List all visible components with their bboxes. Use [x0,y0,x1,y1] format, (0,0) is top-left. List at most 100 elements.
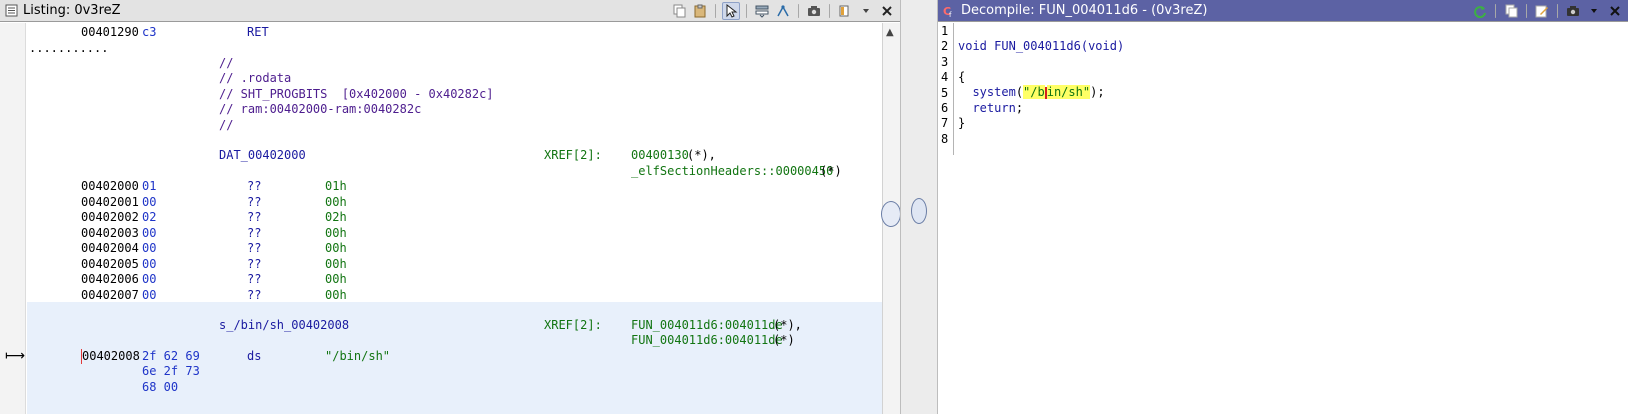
operand-value[interactable]: 00h [325,241,347,256]
section-comment[interactable]: // SHT_PROGBITS [0x402000 - 0x40282c] [219,87,494,102]
mnemonic[interactable]: ?? [247,257,261,272]
line-number-column: 12 34 567 8 [938,23,954,155]
section-comment[interactable]: // .rodata [219,71,291,86]
operand-value[interactable]: 00h [325,226,347,241]
mnemonic[interactable]: ?? [247,179,261,194]
byte-value[interactable]: 2f 62 69 [142,349,200,364]
toolbar-separator [1526,4,1527,18]
byte-value[interactable]: 02 [142,210,156,225]
mnemonic[interactable]: ds [247,349,261,364]
mnemonic[interactable]: RET [247,25,269,40]
address[interactable]: 00401290 [81,25,139,40]
section-comment[interactable]: // ram:00402000-ram:0040282c [219,102,421,117]
operand-value[interactable]: 00h [325,257,347,272]
call-name[interactable]: system [972,85,1015,99]
diff-view-icon[interactable] [774,2,792,20]
current-location-arrow-icon: ⟼ [5,348,26,364]
listing-scrollbar[interactable]: ▲ [881,23,900,414]
operand-value[interactable]: 02h [325,210,347,225]
field-layout-icon[interactable] [753,2,771,20]
copy-icon[interactable] [1502,2,1520,20]
scroll-thumb[interactable] [881,201,900,227]
cursor-select-icon[interactable] [722,2,740,20]
paste-icon[interactable] [691,2,709,20]
chevron-down-icon[interactable] [857,2,875,20]
xref-link[interactable]: 00400130 [631,148,689,163]
xref-tag: XREF[2]: [544,148,602,162]
address[interactable]: 00402004 [81,241,139,256]
function-signature[interactable]: void FUN_004011d6(void) [958,39,1124,54]
system-call-line[interactable]: system("/b in/sh"); [958,85,1105,100]
edit-signature-icon[interactable] [1533,2,1551,20]
data-label[interactable]: DAT_00402000 [219,148,306,163]
mnemonic[interactable]: ?? [247,288,261,303]
operand-value[interactable]: 01h [325,179,347,194]
address[interactable]: 00402006 [81,272,139,287]
return-line[interactable]: return; [958,101,1023,116]
byte-value[interactable]: 00 [142,195,156,210]
function-separator: ........... [29,41,109,55]
address[interactable]: 00402000 [81,179,139,194]
toolbar-separator [746,4,747,18]
section-comment[interactable]: // [219,118,233,133]
address[interactable]: 00402003 [81,226,139,241]
string-literal-part[interactable]: in/sh" [1046,85,1091,99]
byte-value[interactable]: c3 [142,25,156,40]
xref-tag: XREF[2]: [544,318,602,332]
line-number: 1 [941,24,949,38]
xref-suffix: (*), [773,318,802,332]
byte-value[interactable]: 00 [142,241,156,256]
window-menu-icon[interactable] [836,2,854,20]
mnemonic[interactable]: ?? [247,195,261,210]
string-value[interactable]: "/bin/sh" [325,349,390,364]
section-comment[interactable]: // [219,56,233,71]
copy-icon[interactable] [670,2,688,20]
xref-link[interactable]: _elfSectionHeaders::00000450 [631,164,833,179]
panel-splitter[interactable] [900,0,938,414]
call-open: ( [1015,85,1024,99]
xref-link[interactable]: FUN_004011d6:004011de [631,333,783,348]
address[interactable]: 00402005 [81,257,139,272]
line-number: 7 [941,116,949,130]
byte-value[interactable]: 00 [142,272,156,287]
snapshot-icon[interactable] [1564,2,1582,20]
listing-body[interactable]: ⟼ 00401290 c3 RET ........... // // .rod… [0,23,900,414]
return-type[interactable]: void [958,39,987,53]
byte-value[interactable]: 6e 2f 73 [142,364,200,379]
address[interactable]: 00402008 [81,349,140,364]
return-keyword[interactable]: return [972,101,1015,115]
byte-value[interactable]: 00 [142,288,156,303]
mnemonic[interactable]: ?? [247,210,261,225]
address[interactable]: 00402002 [81,210,139,225]
snapshot-icon[interactable] [805,2,823,20]
close-icon[interactable] [1606,2,1624,20]
open-brace: { [958,70,966,84]
parameter-list[interactable]: (void) [1081,39,1124,53]
scroll-up-arrow-icon[interactable]: ▲ [886,27,894,38]
chevron-down-icon[interactable] [1585,2,1603,20]
line-number: 8 [941,132,949,146]
line-number: 6 [941,101,949,115]
operand-value[interactable]: 00h [325,272,347,287]
xref-link[interactable]: FUN_004011d6:004011de [631,318,783,333]
operand-value[interactable]: 00h [325,195,347,210]
listing-toolbar [670,2,896,20]
decompile-body[interactable]: 12 34 567 8 void FUN_004011d6(void) { syste… [938,23,1628,414]
byte-value[interactable]: 68 00 [142,380,178,395]
byte-value[interactable]: 01 [142,179,156,194]
byte-value[interactable]: 00 [142,257,156,272]
mnemonic[interactable]: ?? [247,272,261,287]
mnemonic[interactable]: ?? [247,226,261,241]
mnemonic[interactable]: ?? [247,241,261,256]
address[interactable]: 00402001 [81,195,139,210]
string-label[interactable]: s_/bin/sh_00402008 [219,318,349,333]
string-literal-part[interactable]: "/b [1023,85,1045,99]
refresh-icon[interactable] [1471,2,1489,20]
return-semicolon: ; [1015,101,1024,115]
operand-value[interactable]: 00h [325,288,347,303]
byte-value[interactable]: 00 [142,226,156,241]
close-icon[interactable] [878,2,896,20]
splitter-grip[interactable] [911,198,927,224]
function-name[interactable]: FUN_004011d6 [994,39,1081,53]
address[interactable]: 00402007 [81,288,139,303]
